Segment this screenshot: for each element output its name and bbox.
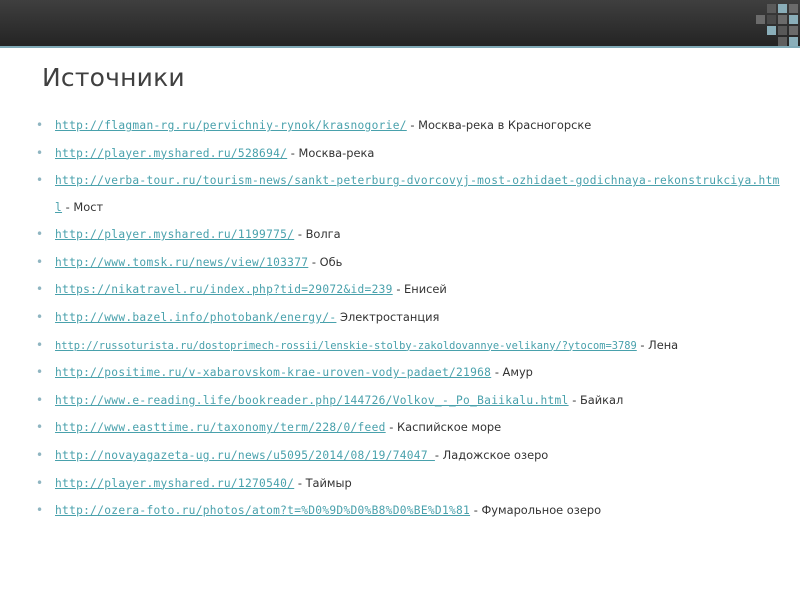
list-item: • http://www.easttime.ru/taxonomy/term/22… bbox=[36, 414, 781, 442]
source-description: - Каспийское море bbox=[385, 420, 502, 435]
list-item: • http://russoturista.ru/dostoprimech-ros… bbox=[36, 332, 781, 360]
decor-square bbox=[778, 15, 787, 24]
source-description: - Лена bbox=[636, 337, 679, 352]
list-item: • http://player.myshared.ru/528694/ - Мос… bbox=[36, 140, 781, 168]
top-bar bbox=[0, 0, 800, 46]
list-item: • http://novayagazeta-ug.ru/news/u5095/20… bbox=[36, 442, 781, 470]
source-description: - Москва-река bbox=[287, 145, 375, 160]
decor-square bbox=[778, 26, 787, 35]
source-link[interactable]: http://verba-tour.ru/tourism-news/sankt-… bbox=[55, 174, 780, 214]
list-item: • http://positime.ru/v-xabarovskom-krae-u… bbox=[36, 359, 781, 387]
source-link[interactable]: http://ozera-foto.ru/photos/atom?t=%D0%9… bbox=[55, 504, 470, 517]
source-link[interactable]: https://nikatravel.ru/index.php?tid=2907… bbox=[55, 283, 393, 296]
bullet-icon: • bbox=[36, 503, 44, 518]
list-item: • https://nikatravel.ru/index.php?tid=290… bbox=[36, 276, 781, 304]
bullet-icon: • bbox=[36, 145, 44, 160]
source-link[interactable]: http://www.tomsk.ru/news/view/103377 bbox=[55, 256, 308, 269]
source-link[interactable]: http://russoturista.ru/dostoprimech-ross… bbox=[55, 340, 637, 352]
bullet-icon: • bbox=[36, 254, 44, 269]
source-link[interactable]: http://positime.ru/v-xabarovskom-krae-ur… bbox=[55, 366, 491, 379]
source-description: - Москва-река в Красногорске bbox=[406, 118, 592, 132]
list-item: • http://verba-tour.ru/tourism-news/sankt… bbox=[36, 167, 781, 221]
source-description: - Ладожское озеро bbox=[434, 447, 549, 462]
bullet-icon: • bbox=[36, 118, 44, 132]
list-item: • http://www.bazel.info/photobank/energy/… bbox=[36, 304, 781, 332]
source-description: - Амур bbox=[491, 365, 533, 380]
list-item: • http://player.myshared.ru/1199775/ - Во… bbox=[36, 221, 781, 249]
source-description: Электростанция bbox=[336, 309, 440, 324]
bullet-icon: • bbox=[36, 392, 44, 407]
decor-square bbox=[789, 15, 798, 24]
decor-square bbox=[767, 15, 776, 24]
decor-square bbox=[778, 4, 787, 13]
source-description: - Енисей bbox=[392, 282, 447, 297]
source-description: - Волга bbox=[294, 227, 341, 242]
source-description: - Таймыр bbox=[294, 475, 352, 490]
source-description: - Мост bbox=[62, 200, 104, 215]
decor-square bbox=[756, 15, 765, 24]
list-item: • http://www.tomsk.ru/news/view/103377 - … bbox=[36, 249, 781, 277]
accent-strip bbox=[0, 46, 800, 48]
source-description: - Фумарольное озеро bbox=[470, 503, 602, 518]
bullet-icon: • bbox=[36, 173, 44, 188]
source-description: - Обь bbox=[308, 254, 343, 269]
list-item: • http://player.myshared.ru/1270540/ - Та… bbox=[36, 470, 781, 498]
bullet-icon: • bbox=[36, 227, 44, 242]
bullet-icon: • bbox=[36, 282, 44, 297]
source-link[interactable]: http://player.myshared.ru/1270540/ bbox=[55, 477, 294, 490]
decor-square bbox=[767, 4, 776, 13]
decor-square bbox=[789, 26, 798, 35]
sources-list: • http://flagman-rg.ru/pervichniy-rynok/k… bbox=[36, 112, 781, 525]
source-link[interactable]: http://player.myshared.ru/528694/ bbox=[55, 147, 287, 160]
bullet-icon: • bbox=[36, 365, 44, 380]
bullet-icon: • bbox=[36, 309, 44, 324]
list-item: • http://ozera-foto.ru/photos/atom?t=%D0%… bbox=[36, 497, 781, 525]
bullet-icon: • bbox=[36, 447, 44, 462]
decor-square bbox=[789, 37, 798, 46]
slide-title: Источники bbox=[42, 63, 185, 92]
source-link[interactable]: http://www.easttime.ru/taxonomy/term/228… bbox=[55, 421, 386, 434]
source-link[interactable]: http://novayagazeta-ug.ru/news/u5095/201… bbox=[55, 449, 435, 462]
list-item: • http://www.e-reading.life/bookreader.ph… bbox=[36, 387, 781, 415]
decor-square bbox=[789, 4, 798, 13]
source-link[interactable]: http://www.e-reading.life/bookreader.php… bbox=[55, 394, 569, 407]
source-link[interactable]: http://flagman-rg.ru/pervichniy-rynok/kr… bbox=[55, 119, 407, 132]
bullet-icon: • bbox=[36, 475, 44, 490]
source-description: - Байкал bbox=[568, 392, 624, 407]
decor-square bbox=[778, 37, 787, 46]
bullet-icon: • bbox=[36, 337, 44, 352]
source-link[interactable]: http://player.myshared.ru/1199775/ bbox=[55, 228, 294, 241]
decor-square bbox=[767, 26, 776, 35]
source-link[interactable]: http://www.bazel.info/photobank/energy/- bbox=[55, 311, 336, 324]
list-item: • http://flagman-rg.ru/pervichniy-rynok/k… bbox=[36, 112, 781, 140]
bullet-icon: • bbox=[36, 420, 44, 435]
